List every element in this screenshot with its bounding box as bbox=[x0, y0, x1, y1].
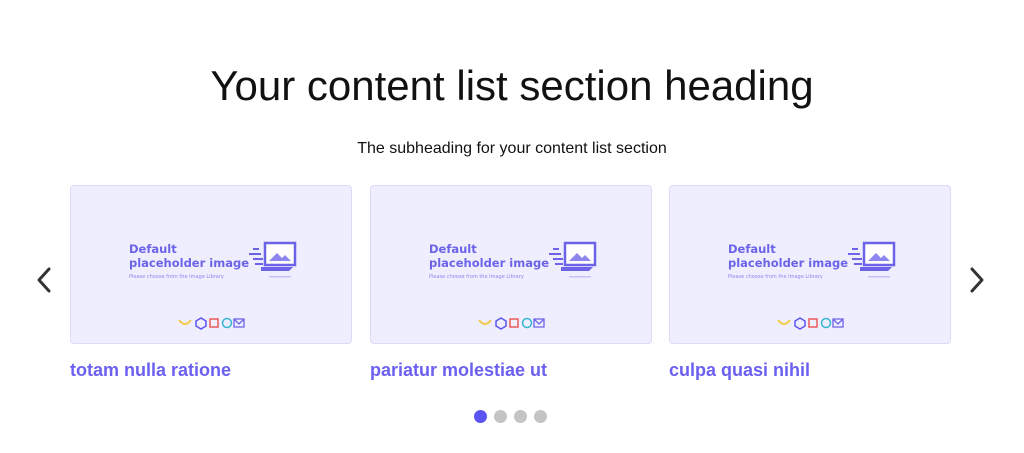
placeholder-title: Default placeholder image bbox=[129, 242, 250, 270]
placeholder-image[interactable]: Default placeholder image Please choose … bbox=[70, 185, 352, 344]
section-subheading: The subheading for your content list sec… bbox=[357, 140, 667, 157]
placeholder-title: Default placeholder image bbox=[429, 242, 550, 270]
card-title-link[interactable]: totam nulla ratione bbox=[70, 360, 352, 381]
decorative-shapes-icon bbox=[478, 317, 545, 330]
placeholder-note: Please choose from the Image Library bbox=[728, 274, 823, 280]
card-title-link[interactable]: culpa quasi nihil bbox=[669, 360, 951, 381]
placeholder-image[interactable]: Default placeholder image Please choose … bbox=[370, 185, 652, 344]
decorative-shapes-icon bbox=[777, 317, 844, 330]
placeholder-title: Default placeholder image bbox=[728, 242, 849, 270]
carousel-pagination bbox=[474, 410, 547, 423]
content-card[interactable]: Default placeholder image Please choose … bbox=[370, 185, 652, 381]
pagination-dot-3[interactable] bbox=[514, 410, 527, 423]
placeholder-image[interactable]: Default placeholder image Please choose … bbox=[669, 185, 951, 344]
laptop-image-icon bbox=[848, 241, 896, 278]
placeholder-note: Please choose from the Image Library bbox=[429, 274, 524, 280]
chevron-right-icon bbox=[970, 267, 984, 293]
placeholder-note: Please choose from the Image Library bbox=[129, 274, 224, 280]
content-card[interactable]: Default placeholder image Please choose … bbox=[70, 185, 352, 381]
content-card[interactable]: Default placeholder image Please choose … bbox=[669, 185, 951, 381]
pagination-dot-2[interactable] bbox=[494, 410, 507, 423]
section-heading: Your content list section heading bbox=[210, 62, 814, 109]
pagination-dot-4[interactable] bbox=[534, 410, 547, 423]
decorative-shapes-icon bbox=[178, 317, 245, 330]
pagination-dot-1[interactable] bbox=[474, 410, 487, 423]
laptop-image-icon bbox=[549, 241, 597, 278]
chevron-left-icon bbox=[37, 267, 51, 293]
card-title-link[interactable]: pariatur molestiae ut bbox=[370, 360, 652, 381]
carousel-next-button[interactable] bbox=[959, 262, 995, 298]
laptop-image-icon bbox=[249, 241, 297, 278]
carousel-prev-button[interactable] bbox=[26, 262, 62, 298]
